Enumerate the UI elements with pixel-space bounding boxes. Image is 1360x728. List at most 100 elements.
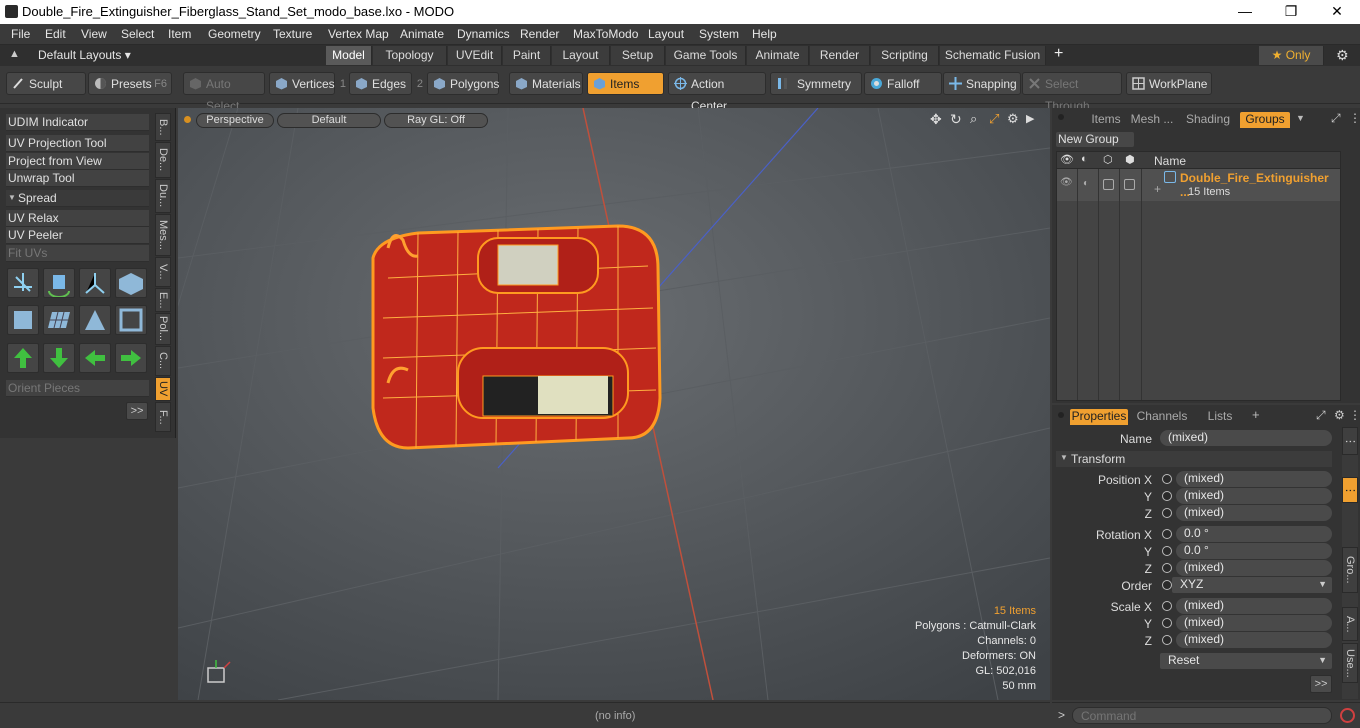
uv-transform-tool-icon[interactable] bbox=[115, 268, 147, 298]
only-toggle[interactable]: ★ Only bbox=[1259, 46, 1324, 65]
project-from-view-button[interactable]: Project from View bbox=[6, 153, 149, 170]
unwrap-tool-button[interactable]: Unwrap Tool bbox=[6, 170, 149, 187]
menu-dynamics[interactable]: Dynamics bbox=[457, 27, 510, 41]
menu-render[interactable]: Render bbox=[520, 27, 559, 41]
tab-paint[interactable]: Paint bbox=[503, 46, 551, 65]
vtab-c[interactable]: C... bbox=[155, 346, 171, 376]
close-button[interactable]: ✕ bbox=[1314, 0, 1360, 24]
position-x-radio[interactable] bbox=[1162, 474, 1172, 484]
arrow-up-icon[interactable] bbox=[7, 343, 39, 373]
tab-layout[interactable]: Layout bbox=[552, 46, 610, 65]
layout-collapse-icon[interactable]: ▲ bbox=[9, 48, 20, 60]
more-properties-button[interactable]: >> bbox=[1310, 675, 1332, 693]
order-dropdown[interactable]: XYZ ▼ bbox=[1172, 577, 1332, 593]
minimize-button[interactable]: — bbox=[1222, 0, 1268, 24]
viewport-menu-icon[interactable]: ▶ bbox=[1026, 112, 1034, 125]
move-view-icon[interactable]: ✥ bbox=[930, 111, 942, 128]
rotation-x-radio[interactable] bbox=[1162, 529, 1172, 539]
expand-row-icon[interactable]: + bbox=[1154, 182, 1161, 196]
vertices-button[interactable]: Vertices 1 bbox=[269, 72, 346, 95]
viewport-settings-icon[interactable]: ⚙ bbox=[1007, 111, 1019, 127]
visibility-column-icon[interactable]: 👁 bbox=[1060, 153, 1074, 166]
vtab-de[interactable]: De... bbox=[155, 142, 171, 178]
menu-animate[interactable]: Animate bbox=[400, 27, 444, 41]
menu-layout[interactable]: Layout bbox=[648, 27, 684, 41]
vtab-uv[interactable]: UV bbox=[155, 377, 171, 401]
side-tab-a[interactable]: A... bbox=[1342, 607, 1358, 641]
tab-channels[interactable]: Channels bbox=[1134, 409, 1190, 425]
vtab-b[interactable]: B... bbox=[155, 113, 171, 141]
scale-z-field[interactable]: (mixed) bbox=[1176, 632, 1332, 648]
menu-system[interactable]: System bbox=[699, 27, 739, 41]
rotation-y-radio[interactable] bbox=[1162, 546, 1172, 556]
side-tab-groups[interactable]: Gro... bbox=[1342, 547, 1358, 593]
groups-list[interactable]: 👁 ◐ ⬡ ⬢ Name 👁 ◐ + Double_Fire_Extinguis… bbox=[1056, 151, 1341, 401]
menu-item[interactable]: Item bbox=[168, 27, 191, 41]
default-layouts-dropdown[interactable]: Default Layouts ▾ bbox=[38, 48, 131, 62]
name-column-header[interactable]: Name bbox=[1154, 154, 1186, 168]
zoom-view-icon[interactable]: ⌕ bbox=[970, 111, 977, 127]
position-x-field[interactable]: (mixed) bbox=[1176, 471, 1332, 487]
tab-shading[interactable]: Shading bbox=[1182, 112, 1234, 128]
uv-scale-tool-icon[interactable] bbox=[79, 268, 111, 298]
more-tools-button[interactable]: >> bbox=[126, 402, 148, 420]
position-z-radio[interactable] bbox=[1162, 508, 1172, 518]
rotation-z-field[interactable]: (mixed) bbox=[1176, 560, 1332, 576]
order-radio[interactable] bbox=[1162, 580, 1172, 590]
new-group-button[interactable]: New Group bbox=[1056, 132, 1134, 147]
viewport-scene[interactable] bbox=[178, 108, 1050, 700]
select-through-button[interactable]: Select Through bbox=[1022, 72, 1122, 113]
expand-panel-icon[interactable]: ⤢ bbox=[1316, 408, 1326, 423]
tab-schematic-fusion[interactable]: Schematic Fusion bbox=[940, 46, 1046, 65]
add-tab-button[interactable]: + bbox=[1252, 407, 1260, 422]
falloff-button[interactable]: Falloff bbox=[864, 72, 942, 95]
position-z-field[interactable]: (mixed) bbox=[1176, 505, 1332, 521]
tab-mesh[interactable]: Mesh ... bbox=[1126, 112, 1178, 128]
orient-pieces-button[interactable]: Orient Pieces bbox=[6, 380, 149, 397]
name-field[interactable]: (mixed) bbox=[1160, 430, 1332, 446]
gear-icon[interactable]: ⚙ bbox=[1336, 47, 1349, 64]
uv-pyramid-icon[interactable] bbox=[79, 305, 111, 335]
menu-maxtomodo[interactable]: MaxToModo bbox=[573, 27, 638, 41]
action-center-button[interactable]: Action Center bbox=[668, 72, 766, 113]
lock-column-icon[interactable]: ⬡ bbox=[1103, 153, 1113, 166]
arrow-down-icon[interactable] bbox=[43, 343, 75, 373]
vtab-e[interactable]: E... bbox=[155, 288, 171, 312]
edges-button[interactable]: Edges 2 bbox=[349, 72, 423, 95]
fit-view-icon[interactable]: ⤢ bbox=[989, 111, 999, 127]
panel-grip-icon[interactable]: ⋮ bbox=[1349, 408, 1360, 422]
scale-x-field[interactable]: (mixed) bbox=[1176, 598, 1332, 614]
uv-projection-tool-button[interactable]: UV Projection Tool bbox=[6, 135, 149, 152]
tab-model[interactable]: Model bbox=[326, 46, 372, 65]
row-render-icon[interactable]: ◐ bbox=[1083, 178, 1089, 189]
udim-indicator-button[interactable]: UDIM Indicator bbox=[6, 114, 149, 131]
menu-vertex-map[interactable]: Vertex Map bbox=[328, 27, 389, 41]
presets-button[interactable]: Presets F6 bbox=[88, 72, 172, 95]
sculpt-button[interactable]: Sculpt bbox=[6, 72, 86, 95]
scale-y-field[interactable]: (mixed) bbox=[1176, 615, 1332, 631]
3d-viewport[interactable]: Perspective Default Ray GL: Off ✥ ↻ ⌕ ⤢ … bbox=[178, 108, 1050, 700]
uv-relax-button[interactable]: UV Relax bbox=[6, 210, 149, 227]
arrow-left-icon[interactable] bbox=[79, 343, 111, 373]
menu-view[interactable]: View bbox=[81, 27, 107, 41]
spread-section[interactable]: ▼ Spread bbox=[6, 190, 149, 207]
expand-panel-icon[interactable]: ⤢ bbox=[1331, 111, 1341, 126]
tab-topology[interactable]: Topology bbox=[373, 46, 447, 65]
menu-select[interactable]: Select bbox=[121, 27, 154, 41]
tab-render[interactable]: Render bbox=[810, 46, 870, 65]
add-tab-button[interactable]: + bbox=[1054, 45, 1063, 63]
select-column-icon[interactable]: ⬢ bbox=[1125, 153, 1135, 166]
workplane-button[interactable]: WorkPlane bbox=[1126, 72, 1212, 95]
menu-help[interactable]: Help bbox=[752, 27, 777, 41]
uv-box-icon[interactable] bbox=[7, 305, 39, 335]
row-lock-checkbox[interactable] bbox=[1103, 179, 1114, 190]
record-icon[interactable] bbox=[1340, 708, 1355, 723]
uv-frame-icon[interactable] bbox=[115, 305, 147, 335]
group-row[interactable]: 👁 ◐ + Double_Fire_Extinguisher ... 15 It… bbox=[1057, 169, 1340, 201]
uv-grid-icon[interactable] bbox=[43, 305, 75, 335]
tab-lists[interactable]: Lists bbox=[1196, 409, 1244, 425]
position-y-field[interactable]: (mixed) bbox=[1176, 488, 1332, 504]
panel-settings-icon[interactable]: ⚙ bbox=[1334, 408, 1345, 422]
vtab-du[interactable]: Du... bbox=[155, 179, 171, 213]
menu-file[interactable]: File bbox=[11, 27, 30, 41]
